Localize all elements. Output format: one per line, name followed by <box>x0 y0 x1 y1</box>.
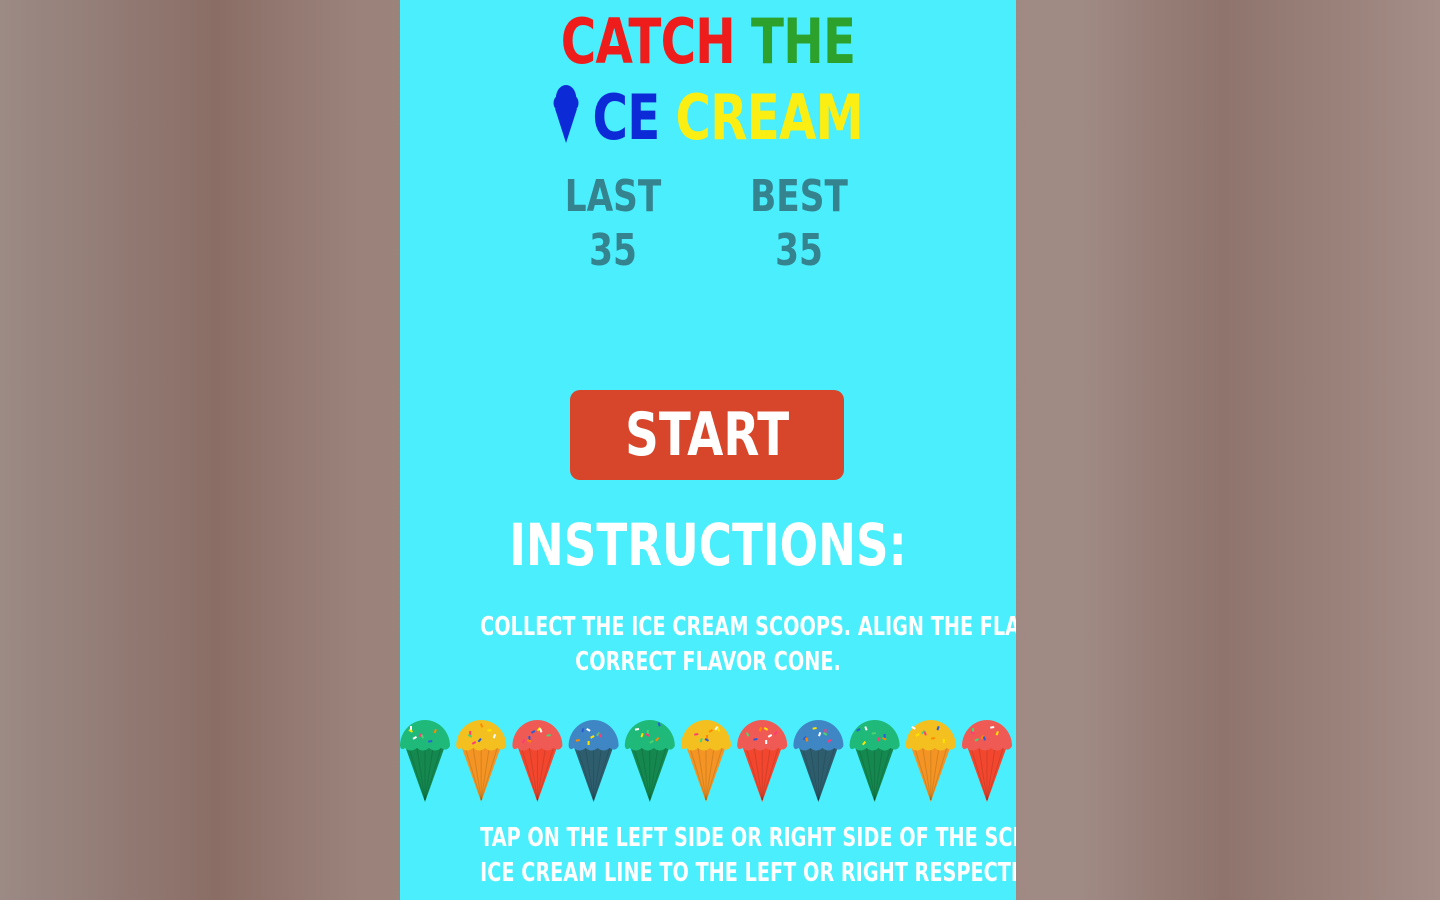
ice-cream-cone-icon <box>681 720 731 802</box>
instructions-tap-line1: TAP ON THE LEFT SIDE OR RIGHT SIDE OF TH… <box>480 823 1016 853</box>
last-score-value: 35 <box>589 225 637 276</box>
instructions-text-tap: TAP ON THE LEFT SIDE OR RIGHT SIDE OF TH… <box>400 821 1016 891</box>
ice-cream-cone-icon <box>568 720 619 802</box>
ice-cream-cone-icon <box>962 720 1012 802</box>
instructions-text-collect: COLLECT THE ICE CREAM SCOOPS. ALIGN THE … <box>400 610 1016 680</box>
ice-cream-cone-icon <box>793 720 844 802</box>
start-button-label: START <box>624 400 790 470</box>
best-score-value: 35 <box>775 225 823 276</box>
title-word-catch: CATCH <box>560 5 736 78</box>
start-button[interactable]: START <box>570 390 844 480</box>
ice-cream-cone-icon <box>512 720 563 802</box>
game-title-line2: CE CREAM <box>468 80 948 156</box>
last-score-label: LAST <box>564 171 662 222</box>
title-word-the: THE <box>751 5 856 78</box>
instructions-heading: INSTRUCTIONS: <box>400 510 1016 580</box>
game-title-line1: CATCH THE <box>468 2 948 82</box>
instructions-tap-line2: ICE CREAM LINE TO THE LEFT OR RIGHT RESP… <box>480 858 1016 888</box>
game-screen[interactable]: CATCH THE CE CREAM LAST 35 BEST 35 START… <box>400 0 1016 900</box>
ice-cream-cone-icon <box>456 720 507 802</box>
flavor-cones-row <box>400 720 1012 802</box>
title-word-ice: CE <box>592 81 660 154</box>
ice-cream-i-icon <box>553 85 579 143</box>
title-word-cream: CREAM <box>675 81 864 154</box>
best-score-label: BEST <box>750 171 848 222</box>
ice-cream-cone-icon <box>905 720 956 802</box>
instructions-heading-text: INSTRUCTIONS: <box>509 511 907 579</box>
instructions-collect-line2: CORRECT FLAVOR CONE. <box>575 647 841 677</box>
ice-cream-cone-icon <box>624 720 675 802</box>
ice-cream-cone-icon <box>849 720 900 802</box>
last-score: LAST 35 <box>533 170 693 278</box>
instructions-collect-line1: COLLECT THE ICE CREAM SCOOPS. ALIGN THE … <box>480 612 1016 642</box>
best-score: BEST 35 <box>719 170 879 278</box>
ice-cream-cone-icon <box>737 720 788 802</box>
ice-cream-cone-icon <box>400 720 450 802</box>
